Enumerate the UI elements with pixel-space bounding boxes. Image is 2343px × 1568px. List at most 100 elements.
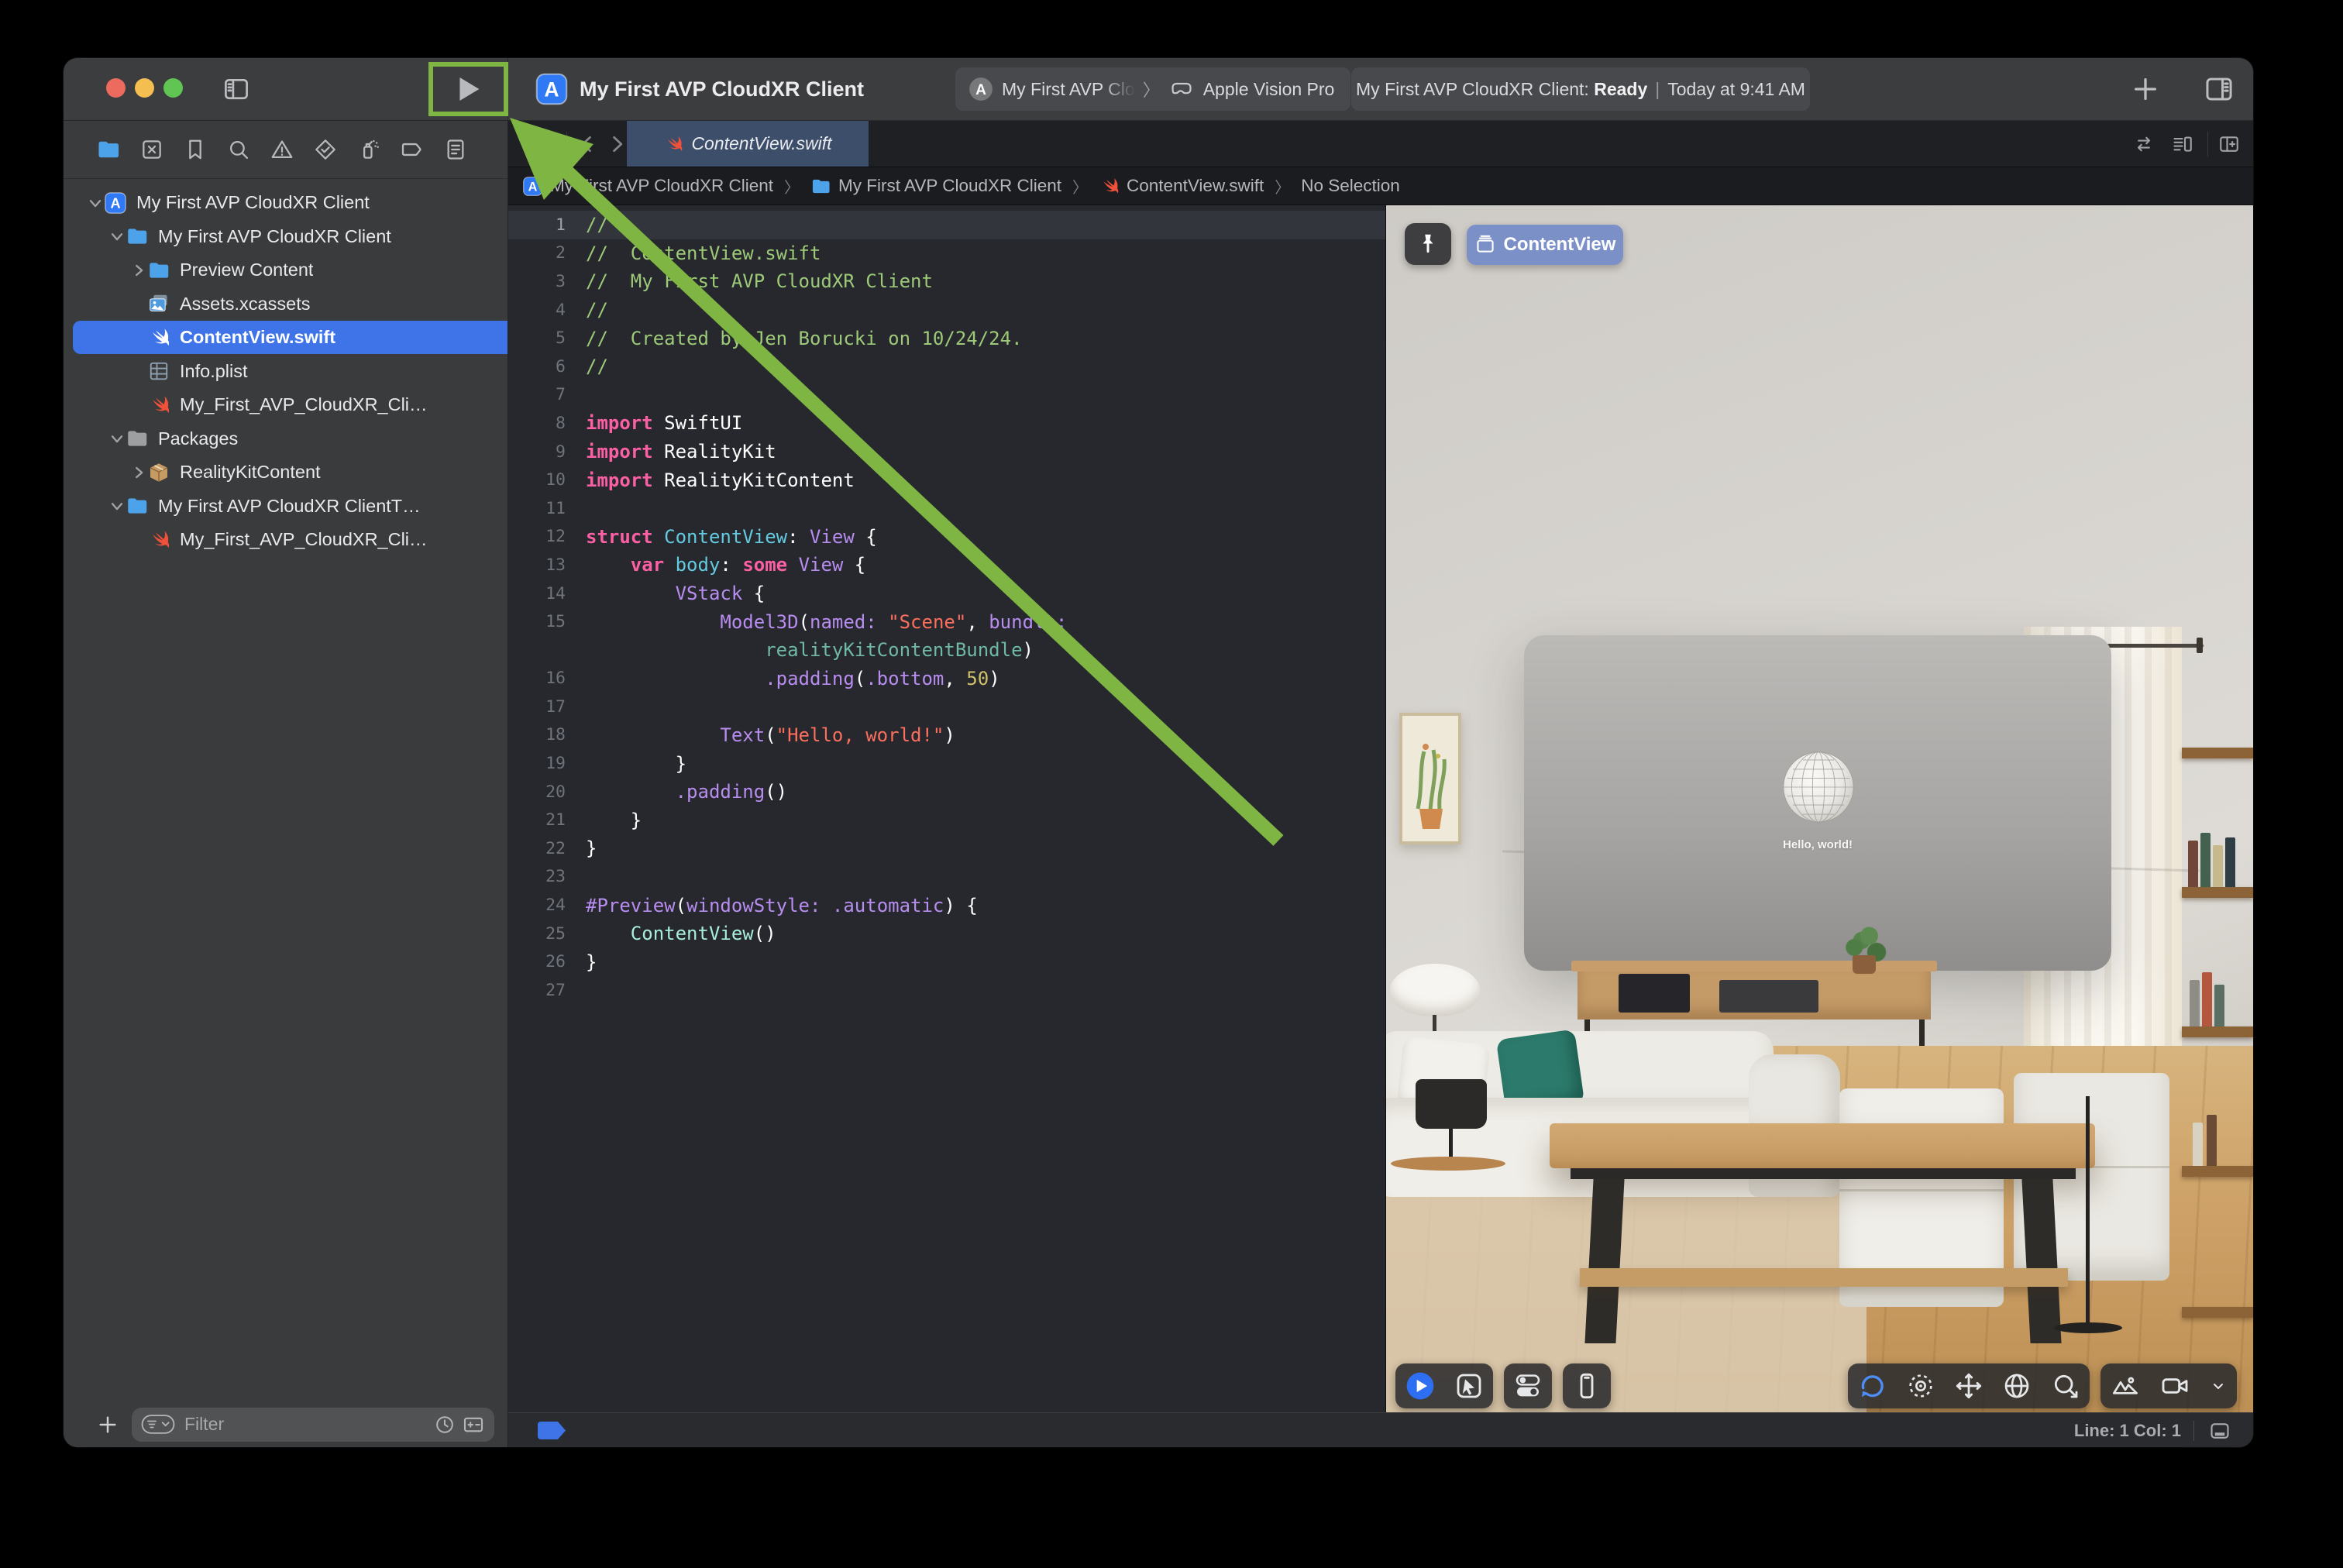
- sidebar-toggle-icon[interactable]: [222, 74, 251, 104]
- visionos-app-window[interactable]: Hello, world!: [1524, 635, 2111, 971]
- scheme-selector[interactable]: A My First AVP Clo 〉 Apple Vision Pro: [955, 67, 1350, 111]
- zoom-button[interactable]: [163, 78, 183, 98]
- recents-clock-icon[interactable]: [434, 1414, 456, 1436]
- camera-options-button[interactable]: [2209, 1370, 2228, 1401]
- disclosure-right-icon[interactable]: [130, 464, 147, 481]
- back-chevron-icon[interactable]: [576, 133, 598, 155]
- code-line-16[interactable]: 16 .padding(.bottom, 50): [508, 665, 1385, 693]
- tree-item-packages[interactable]: Packages: [73, 422, 535, 456]
- code-line-25[interactable]: 25 ContentView(): [508, 920, 1385, 948]
- code-line-9[interactable]: 9import RealityKit: [508, 438, 1385, 466]
- code-line-2[interactable]: 2// ContentView.swift: [508, 239, 1385, 268]
- code-review-icon[interactable]: [2132, 132, 2155, 156]
- variants-button[interactable]: [1512, 1370, 1543, 1401]
- code-line-wrap[interactable]: realityKitContentBundle): [508, 636, 1385, 665]
- source-editor[interactable]: 1//2// ContentView.swift3// My First AVP…: [508, 205, 1385, 1412]
- disclosure-right-icon[interactable]: [130, 262, 147, 279]
- breadcrumb-item[interactable]: ContentView.swift: [1099, 176, 1264, 197]
- scene-button[interactable]: [2110, 1370, 2141, 1401]
- tree-item-my-first-avp-cloudxr-cli[interactable]: My_First_AVP_CloudXR_Cli…: [73, 523, 556, 556]
- code-line-10[interactable]: 10import RealityKitContent: [508, 466, 1385, 494]
- tab-contentview-swift[interactable]: ContentView.swift: [627, 121, 869, 167]
- globe-button[interactable]: [2001, 1370, 2032, 1401]
- scheme-name[interactable]: My First AVP Clo: [1002, 79, 1135, 100]
- disclosure-down-icon[interactable]: [108, 228, 126, 245]
- breadcrumb-item[interactable]: My First AVP CloudXR Client: [810, 176, 1061, 197]
- code-line-17[interactable]: 17: [508, 693, 1385, 721]
- code-line-13[interactable]: 13 var body: some View {: [508, 551, 1385, 579]
- disclosure-down-icon[interactable]: [87, 194, 104, 211]
- tree-item-my-first-avp-cloudxr-clientt[interactable]: My First AVP CloudXR ClientT…: [73, 490, 535, 523]
- code-line-14[interactable]: 14 VStack {: [508, 579, 1385, 608]
- editor-options-icon[interactable]: [2171, 132, 2194, 156]
- filter-field[interactable]: [132, 1408, 494, 1442]
- zoom-button[interactable]: [2050, 1370, 2081, 1401]
- code-line-27[interactable]: 27: [508, 976, 1385, 1005]
- rotate-button[interactable]: [1856, 1370, 1887, 1401]
- code-line-6[interactable]: 6//: [508, 352, 1385, 381]
- tree-item-my-first-avp-cloudxr-client[interactable]: AMy First AVP CloudXR Client: [73, 186, 513, 219]
- code-line-5[interactable]: 5// Created by Jen Borucki on 10/24/24.: [508, 324, 1385, 352]
- code-line-22[interactable]: 22}: [508, 834, 1385, 863]
- code-line-1[interactable]: 1//: [508, 211, 1385, 239]
- navigator-tab-find[interactable]: [226, 137, 251, 162]
- preview-target-badge[interactable]: ContentView: [1467, 225, 1623, 265]
- tree-item-assets-xcassets[interactable]: Assets.xcassets: [73, 287, 556, 321]
- filter-icon[interactable]: [141, 1415, 175, 1434]
- code-line-3[interactable]: 3// My First AVP CloudXR Client: [508, 267, 1385, 296]
- flags-filter-icon[interactable]: [462, 1413, 485, 1436]
- pin-preview-button[interactable]: [1405, 223, 1451, 265]
- minimize-button[interactable]: [135, 78, 154, 98]
- navigator-tab-debug[interactable]: [356, 137, 381, 162]
- code-line-23[interactable]: 23: [508, 863, 1385, 892]
- navigator-tab-project[interactable]: [96, 137, 121, 162]
- code-line-7[interactable]: 7: [508, 381, 1385, 410]
- add-item-button[interactable]: [96, 1413, 119, 1436]
- navigator-tab-source-control[interactable]: [139, 137, 164, 162]
- forward-chevron-icon[interactable]: [606, 133, 628, 155]
- tree-item-info-plist[interactable]: Info.plist: [73, 355, 556, 388]
- library-plus-button[interactable]: [2130, 74, 2161, 105]
- inspector-toggle-icon[interactable]: [2202, 73, 2236, 105]
- disclosure-down-icon[interactable]: [108, 497, 126, 514]
- debug-area-toggle-icon[interactable]: [2207, 1419, 2233, 1442]
- tree-item-preview-content[interactable]: Preview Content: [73, 253, 556, 287]
- tree-item-my-first-avp-cloudxr-client[interactable]: My First AVP CloudXR Client: [73, 220, 535, 253]
- close-button[interactable]: [106, 78, 126, 98]
- scheme-device[interactable]: Apple Vision Pro: [1203, 79, 1335, 100]
- navigator-tab-tests[interactable]: [313, 137, 338, 162]
- code-line-24[interactable]: 24#Preview(windowStyle: .automatic) {: [508, 891, 1385, 920]
- filter-input[interactable]: [183, 1413, 426, 1436]
- scene-globe-model[interactable]: [1781, 750, 1856, 824]
- navigator-tab-reports[interactable]: [443, 137, 468, 162]
- orbit-button[interactable]: [1905, 1370, 1936, 1401]
- navigator-tab-bookmarks[interactable]: [183, 137, 208, 162]
- code-line-19[interactable]: 19 }: [508, 749, 1385, 778]
- tree-item-contentview-swift[interactable]: ContentView.swift: [73, 321, 556, 354]
- add-editor-icon[interactable]: [2217, 132, 2241, 156]
- code-line-4[interactable]: 4//: [508, 296, 1385, 325]
- code-line-26[interactable]: 26}: [508, 947, 1385, 976]
- code-line-18[interactable]: 18 Text("Hello, world!"): [508, 721, 1385, 750]
- tree-item-my-first-avp-cloudxr-cli[interactable]: My_First_AVP_CloudXR_Cli…: [73, 388, 556, 421]
- device-settings-button[interactable]: [1571, 1370, 1602, 1401]
- play-preview-button[interactable]: [1405, 1370, 1436, 1401]
- camera-button[interactable]: [2159, 1370, 2190, 1401]
- preview-canvas[interactable]: Hello, world!: [1386, 205, 2253, 1412]
- code-line-20[interactable]: 20 .padding(): [508, 778, 1385, 806]
- code-line-11[interactable]: 11: [508, 494, 1385, 523]
- navigator-tab-issues[interactable]: [270, 137, 294, 162]
- code-line-15[interactable]: 15 Model3D(named: "Scene", bundle:: [508, 607, 1385, 636]
- code-line-12[interactable]: 12struct ContentView: View {: [508, 523, 1385, 552]
- breakpoint-tag-icon[interactable]: [538, 1422, 566, 1439]
- breadcrumb-item[interactable]: No Selection: [1301, 176, 1400, 196]
- breadcrumb-item[interactable]: AMy First AVP CloudXR Client: [522, 176, 773, 197]
- pointer-button[interactable]: [1454, 1370, 1485, 1401]
- code-text: }: [586, 951, 597, 973]
- navigator-tab-breakpoints[interactable]: [400, 137, 425, 162]
- disclosure-down-icon[interactable]: [108, 430, 126, 447]
- code-line-8[interactable]: 8import SwiftUI: [508, 409, 1385, 438]
- tree-item-realitykitcontent[interactable]: RealityKitContent: [73, 456, 556, 489]
- pan-button[interactable]: [1953, 1370, 1984, 1401]
- code-line-21[interactable]: 21 }: [508, 806, 1385, 834]
